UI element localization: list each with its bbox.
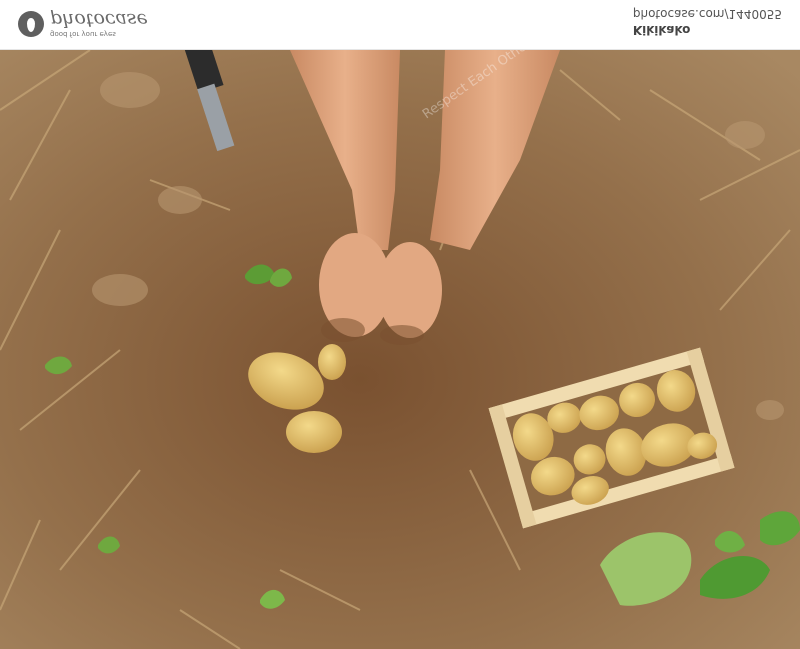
- logo-mark-icon: [18, 11, 44, 37]
- logo-brand: photocase: [50, 9, 148, 31]
- photo: Respect Each Other: [0, 50, 800, 649]
- image-author: Kikikako: [632, 23, 691, 37]
- photocase-logo: good for your eyes photocase: [18, 9, 148, 38]
- image-credit: Kikikako photocase.com/1440055: [633, 6, 782, 38]
- photo-illustration: [0, 50, 800, 649]
- screenshot: good for your eyes photocase Kikikako ph…: [0, 0, 800, 649]
- image-source: photocase.com/1440055: [632, 7, 782, 21]
- watermark-header-bar: good for your eyes photocase Kikikako ph…: [0, 0, 800, 50]
